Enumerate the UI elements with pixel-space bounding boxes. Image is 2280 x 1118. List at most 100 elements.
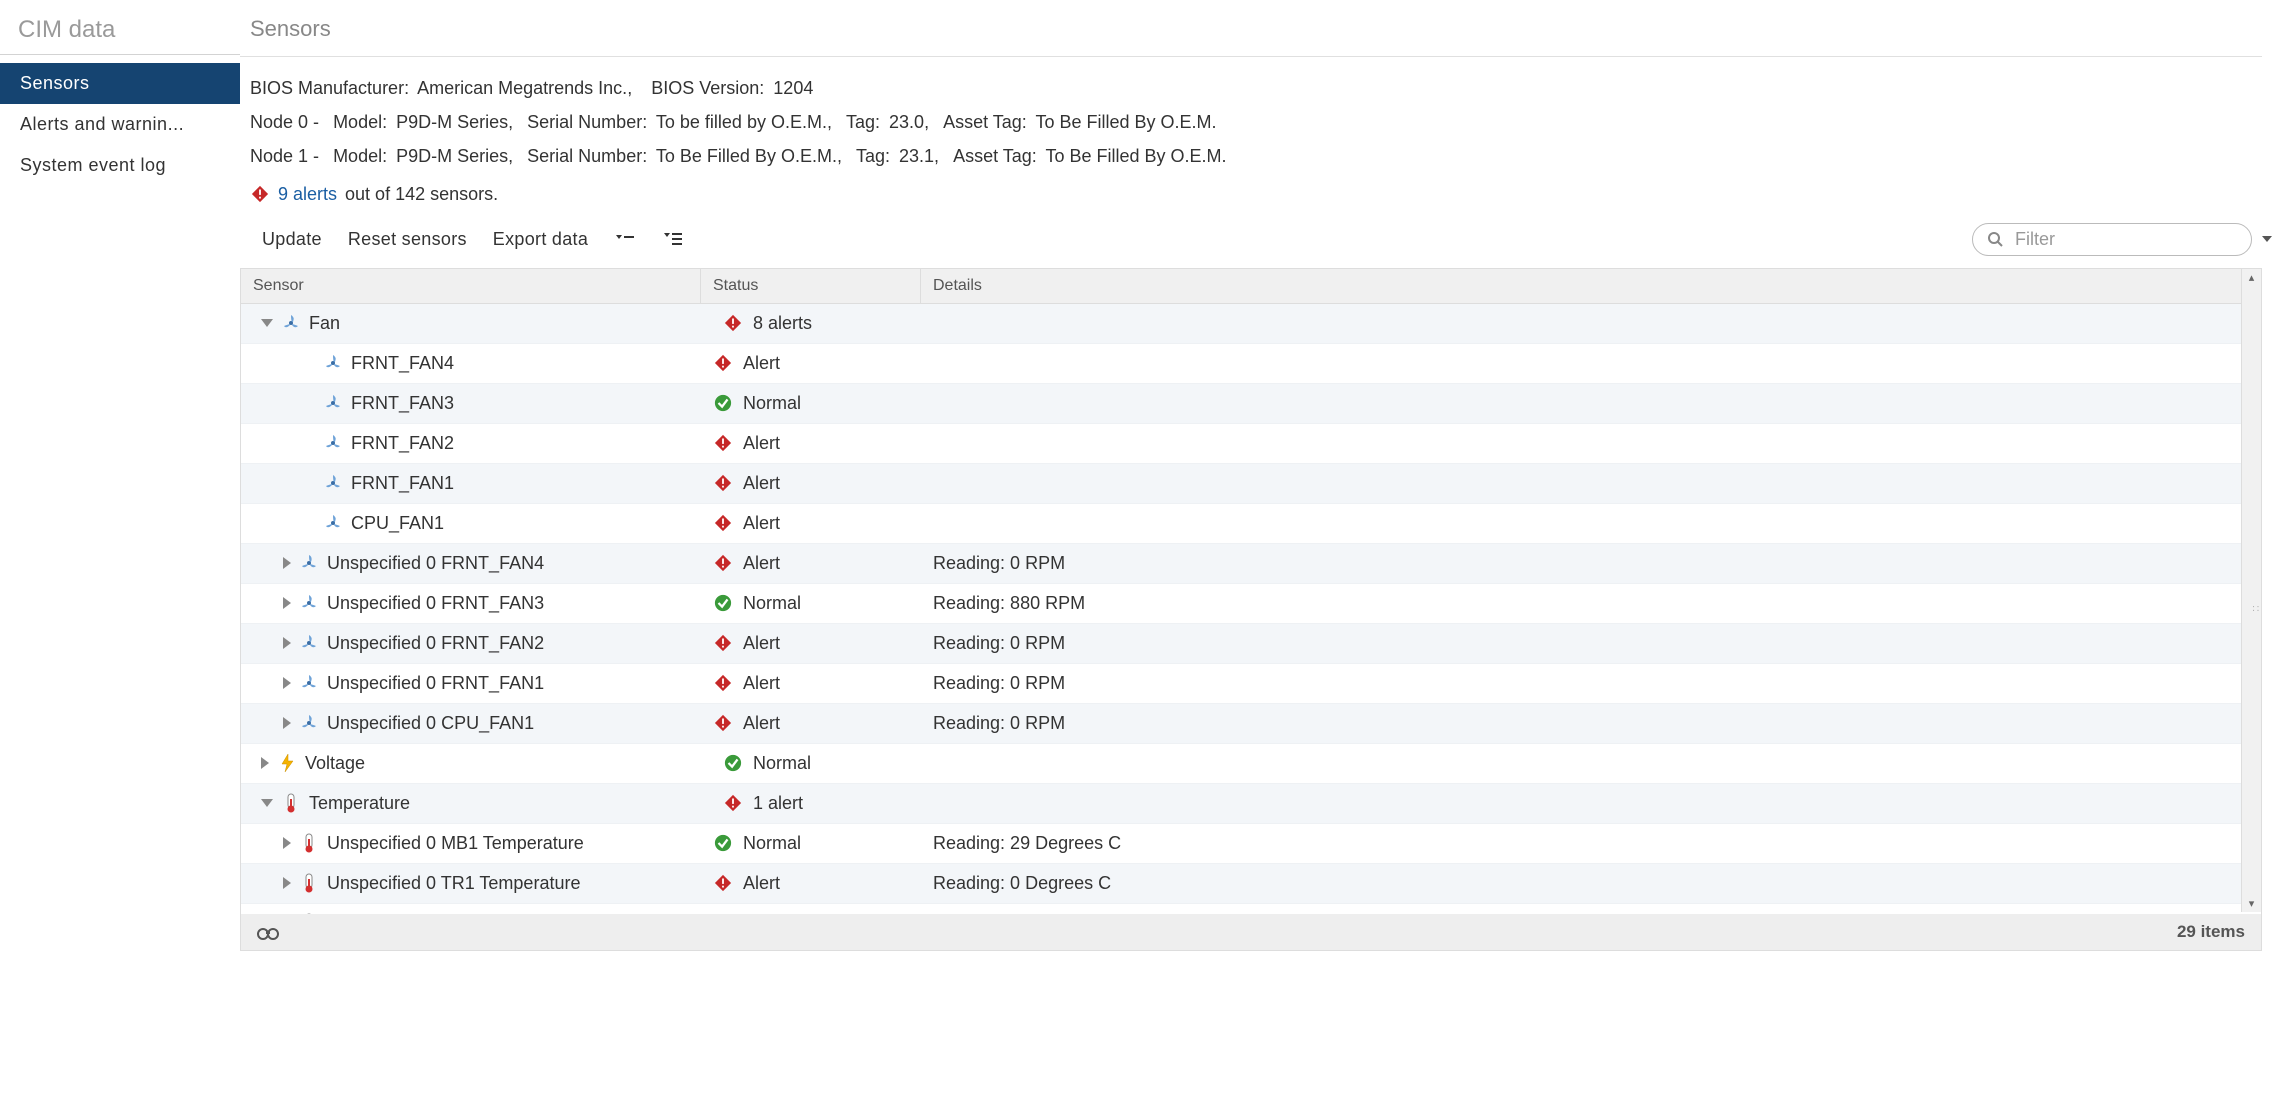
expander-icon[interactable]	[283, 637, 291, 649]
table-row[interactable]: Unspecified 0 TR1 TemperatureAlertReadin…	[241, 864, 2261, 904]
alerts-link[interactable]: 9 alerts	[278, 184, 337, 205]
alert-icon	[250, 184, 270, 204]
expander-icon[interactable]	[283, 877, 291, 889]
expander-icon[interactable]	[261, 757, 269, 769]
table-row[interactable]: Unspecified 0 FRNT_FAN2AlertReading: 0 R…	[241, 624, 2261, 664]
expand-all-icon[interactable]	[614, 230, 636, 248]
status-text: 8 alerts	[753, 313, 812, 334]
temp-icon	[281, 793, 301, 813]
chevron-down-icon[interactable]	[2257, 229, 2277, 249]
sensor-name: Unspecified 0 MB1 Temperature	[327, 833, 584, 854]
details-text	[931, 757, 2261, 769]
table-row[interactable]: FRNT_FAN4 Alert	[241, 344, 2261, 384]
expander-icon[interactable]	[261, 319, 273, 327]
main-content: Sensors BIOS Manufacturer: American Mega…	[240, 0, 2280, 951]
sensor-name: CPU_FAN1	[351, 513, 444, 534]
details-text	[931, 317, 2261, 329]
table-header: Sensor Status Details	[241, 269, 2261, 304]
table-row[interactable]: FRNT_FAN2Alert	[241, 424, 2261, 464]
details-text	[931, 797, 2261, 809]
filter-box[interactable]	[1972, 223, 2252, 256]
expander-icon[interactable]	[283, 837, 291, 849]
table-row[interactable]: Unspecified 0 CPU1 TemperatureNormalRead…	[241, 904, 2261, 914]
alert-icon	[713, 473, 733, 493]
sensor-name: Unspecified 0 FRNT_FAN2	[327, 633, 544, 654]
expander-icon[interactable]	[283, 557, 291, 569]
details-text	[921, 517, 2261, 529]
table-row[interactable]: Fan 8 alerts	[241, 304, 2261, 344]
sensor-name: FRNT_FAN4	[351, 353, 454, 374]
expander-icon[interactable]	[283, 597, 291, 609]
alert-icon	[713, 353, 733, 373]
status-text: Alert	[743, 673, 780, 694]
sensor-name: Fan	[309, 313, 340, 334]
filter-input[interactable]	[2013, 228, 2249, 251]
sensor-name: Unspecified 0 TR1 Temperature	[327, 873, 580, 894]
status-text: Normal	[753, 753, 811, 774]
table-row[interactable]: Temperature 1 alert	[241, 784, 2261, 824]
bios-mfr-label: BIOS Manufacturer:	[250, 78, 409, 98]
details-text: Reading: 0 RPM	[921, 627, 2261, 660]
sensor-name: FRNT_FAN3	[351, 393, 454, 414]
details-text: Reading: 29 Degrees C	[921, 827, 2261, 860]
table-row[interactable]: VoltageNormal	[241, 744, 2261, 784]
table-row[interactable]: FRNT_FAN3Normal	[241, 384, 2261, 424]
col-details[interactable]: Details	[921, 269, 2261, 303]
sidebar-item-1[interactable]: Alerts and warnin...	[0, 104, 240, 145]
fan-icon	[299, 713, 319, 733]
fan-icon	[299, 633, 319, 653]
sidebar-item-2[interactable]: System event log	[0, 145, 240, 186]
node-info-row: Node 0 - Model: P9D-M Series, Serial Num…	[250, 105, 2262, 139]
export-data-button[interactable]: Export data	[493, 229, 588, 250]
expander-icon[interactable]	[261, 799, 273, 807]
scroll-up-icon[interactable]: ▴	[2249, 269, 2255, 286]
update-button[interactable]: Update	[262, 229, 322, 250]
details-text: Reading: 0 RPM	[921, 707, 2261, 740]
status-text: Alert	[743, 473, 780, 494]
scroll-down-icon[interactable]: ▾	[2249, 895, 2255, 912]
fan-icon	[323, 473, 343, 493]
col-sensor[interactable]: Sensor	[241, 269, 701, 303]
alerts-suffix: out of 142 sensors.	[345, 184, 498, 205]
table-row[interactable]: Unspecified 0 CPU_FAN1AlertReading: 0 RP…	[241, 704, 2261, 744]
table-row[interactable]: FRNT_FAN1Alert	[241, 464, 2261, 504]
reset-sensors-button[interactable]: Reset sensors	[348, 229, 467, 250]
details-text	[921, 357, 2261, 369]
sensor-name: Temperature	[309, 793, 410, 814]
sensor-name: Unspecified 0 CPU1 Temperature	[327, 913, 595, 914]
table-row[interactable]: Unspecified 0 FRNT_FAN4AlertReading: 0 R…	[241, 544, 2261, 584]
volt-icon	[277, 753, 297, 773]
ok-icon	[713, 833, 733, 853]
binoculars-icon[interactable]	[257, 924, 279, 940]
details-text	[921, 397, 2261, 409]
sensor-name: FRNT_FAN2	[351, 433, 454, 454]
details-text: Reading: 0 RPM	[921, 547, 2261, 580]
details-text	[921, 437, 2261, 449]
expander-icon[interactable]	[283, 677, 291, 689]
col-status[interactable]: Status	[701, 269, 921, 303]
expander-placeholder	[303, 477, 315, 489]
sensor-name: Unspecified 0 FRNT_FAN1	[327, 673, 544, 694]
collapse-all-icon[interactable]	[662, 230, 684, 248]
details-text: Reading: 0 RPM	[921, 667, 2261, 700]
expander-placeholder	[303, 397, 315, 409]
alert-icon	[713, 873, 733, 893]
table-row[interactable]: CPU_FAN1Alert	[241, 504, 2261, 544]
table-row[interactable]: Unspecified 0 FRNT_FAN3NormalReading: 88…	[241, 584, 2261, 624]
status-text: 1 alert	[753, 793, 803, 814]
resize-handle[interactable]: ::	[2250, 605, 2261, 613]
table-row[interactable]: Unspecified 0 FRNT_FAN1 Alert Reading: 0 R…	[241, 664, 2261, 704]
sidebar-item-0[interactable]: Sensors	[0, 63, 240, 104]
item-count: 29 items	[2177, 922, 2245, 942]
ok-icon	[713, 393, 733, 413]
details-text: Reading: 0 Degrees C	[921, 867, 2261, 900]
scrollbar[interactable]: ▴ ▾	[2241, 269, 2261, 912]
details-text: Reading: 39 Degrees C	[921, 907, 2261, 914]
status-text: Alert	[743, 353, 780, 374]
fan-icon	[323, 513, 343, 533]
table-row[interactable]: Unspecified 0 MB1 TemperatureNormalReadi…	[241, 824, 2261, 864]
ok-icon	[713, 913, 733, 914]
alerts-summary: 9 alerts out of 142 sensors.	[240, 182, 2262, 219]
expander-icon[interactable]	[283, 717, 291, 729]
ok-icon	[713, 593, 733, 613]
